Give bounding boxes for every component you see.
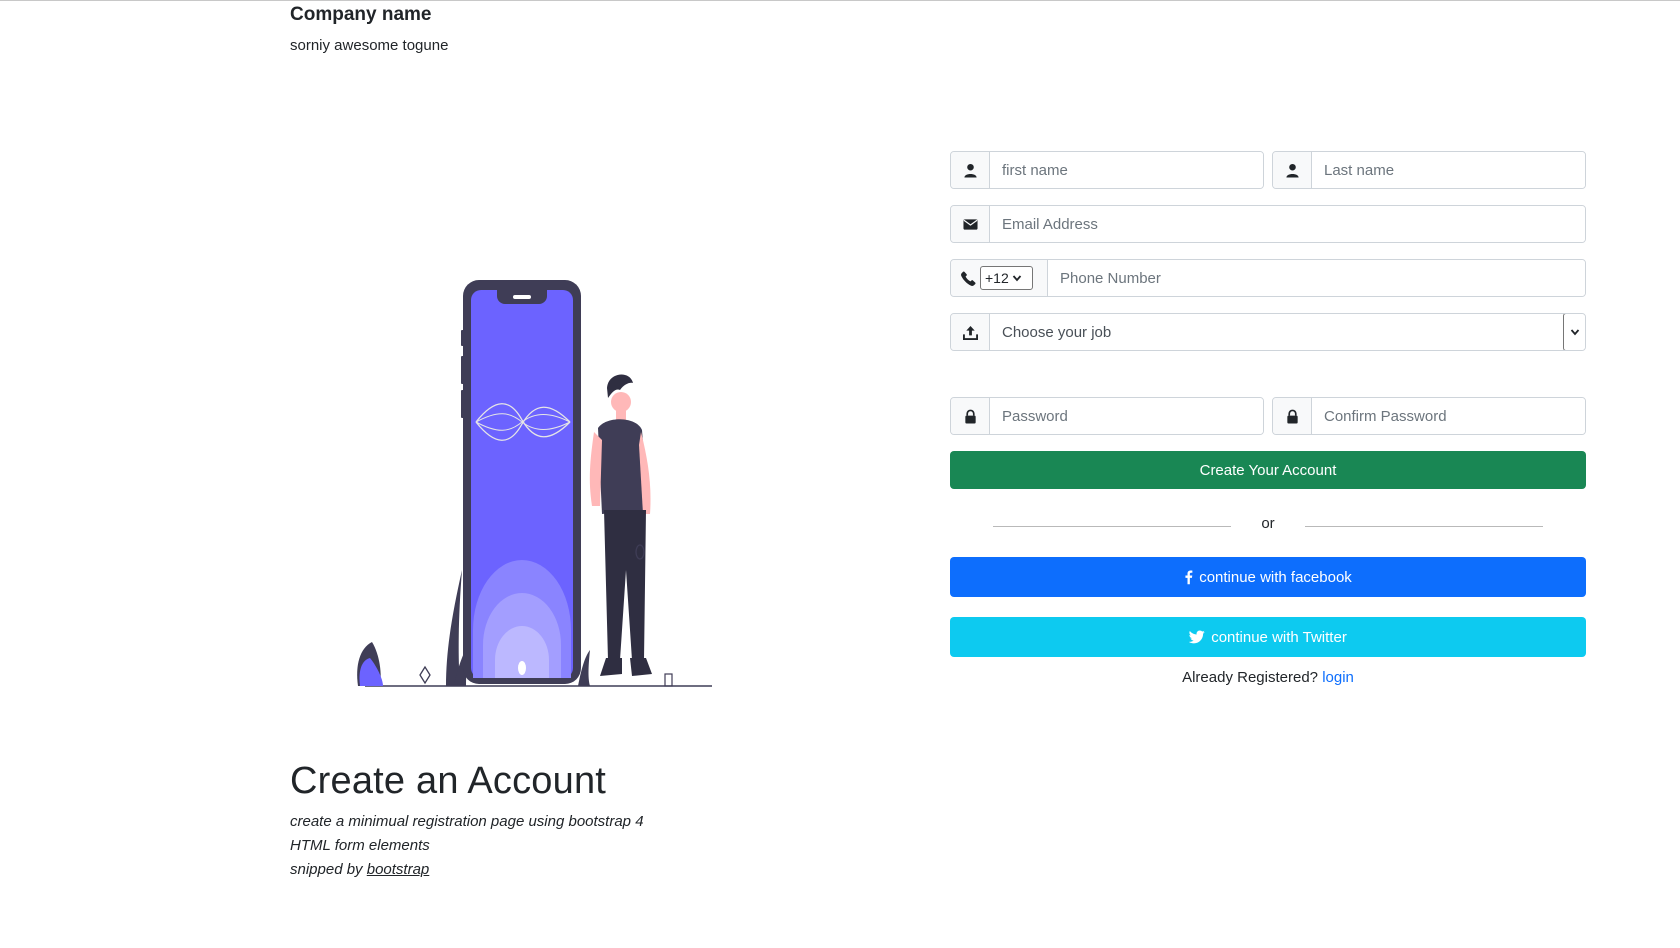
facebook-button[interactable]: continue with facebook bbox=[950, 557, 1586, 597]
intro-line-3: snipped by bootstrap bbox=[290, 858, 644, 882]
company-tagline: sorniy awesome togune bbox=[290, 37, 449, 54]
intro-line-1: create a minimual registration page usin… bbox=[290, 813, 644, 830]
first-name-group bbox=[950, 151, 1264, 189]
job-select[interactable]: Choose your job bbox=[990, 314, 1585, 350]
or-text: or bbox=[1261, 514, 1275, 532]
login-prompt: Already Registered? login bbox=[950, 669, 1586, 686]
name-row bbox=[950, 151, 1586, 189]
twitter-button-label: continue with Twitter bbox=[1211, 628, 1347, 646]
lock-icon bbox=[1273, 398, 1312, 434]
confirm-password-group bbox=[1272, 397, 1586, 435]
country-code-select[interactable]: +12 bbox=[980, 266, 1033, 290]
brand-header: Company name sorniy awesome togune bbox=[290, 3, 448, 55]
job-group: Choose your job bbox=[950, 313, 1586, 351]
user-icon bbox=[1273, 152, 1312, 188]
facebook-button-label: continue with facebook bbox=[1199, 568, 1352, 586]
last-name-group bbox=[1272, 151, 1586, 189]
password-input[interactable] bbox=[990, 398, 1263, 434]
form-spacer bbox=[950, 367, 1586, 397]
job-row: Choose your job bbox=[950, 313, 1586, 351]
facebook-icon bbox=[1184, 569, 1193, 585]
confirm-password-input[interactable] bbox=[1312, 398, 1585, 434]
job-select-toggle[interactable] bbox=[1563, 314, 1585, 350]
divider-line-left bbox=[993, 525, 1232, 527]
registration-form: +12 Choose your job bbox=[950, 151, 1586, 686]
phone-icon bbox=[961, 270, 976, 286]
password-group bbox=[950, 397, 1264, 435]
twitter-button[interactable]: continue with Twitter bbox=[950, 617, 1586, 657]
first-name-input[interactable] bbox=[990, 152, 1263, 188]
bootstrap-link[interactable]: bootstrap bbox=[367, 861, 430, 878]
intro-line-2: HTML form elements bbox=[290, 837, 430, 854]
phone-number-input[interactable] bbox=[1048, 260, 1585, 296]
user-icon bbox=[951, 152, 990, 188]
intro-line-3-prefix: snipped by bbox=[290, 861, 367, 878]
create-account-label: Create Your Account bbox=[1199, 461, 1337, 479]
email-group bbox=[950, 205, 1586, 243]
chevron-down-icon bbox=[1570, 327, 1580, 337]
email-input[interactable] bbox=[990, 206, 1585, 242]
job-select-value: Choose your job bbox=[1002, 323, 1112, 341]
page-title: Create an Account bbox=[290, 760, 607, 802]
country-code-value: +12 bbox=[985, 270, 1009, 286]
or-divider: or bbox=[950, 489, 1586, 557]
create-account-button[interactable]: Create Your Account bbox=[950, 451, 1586, 489]
twitter-icon bbox=[1189, 630, 1205, 644]
chevron-down-icon bbox=[1012, 273, 1022, 283]
company-name: Company name bbox=[290, 4, 432, 25]
lock-icon bbox=[951, 398, 990, 434]
last-name-input[interactable] bbox=[1312, 152, 1585, 188]
email-row bbox=[950, 205, 1586, 243]
envelope-icon bbox=[951, 206, 990, 242]
intro-section: Create an Account create a minimual regi… bbox=[290, 758, 644, 882]
login-link[interactable]: login bbox=[1322, 669, 1354, 686]
password-row bbox=[950, 397, 1586, 435]
phone-addon: +12 bbox=[951, 260, 1048, 296]
top-border bbox=[0, 0, 1680, 1]
phone-row: +12 bbox=[950, 259, 1586, 297]
upload-icon bbox=[951, 314, 990, 350]
phone-group: +12 bbox=[950, 259, 1586, 297]
signup-illustration bbox=[350, 270, 720, 690]
already-registered-text: Already Registered? bbox=[1182, 669, 1319, 686]
divider-line-right bbox=[1304, 525, 1543, 527]
